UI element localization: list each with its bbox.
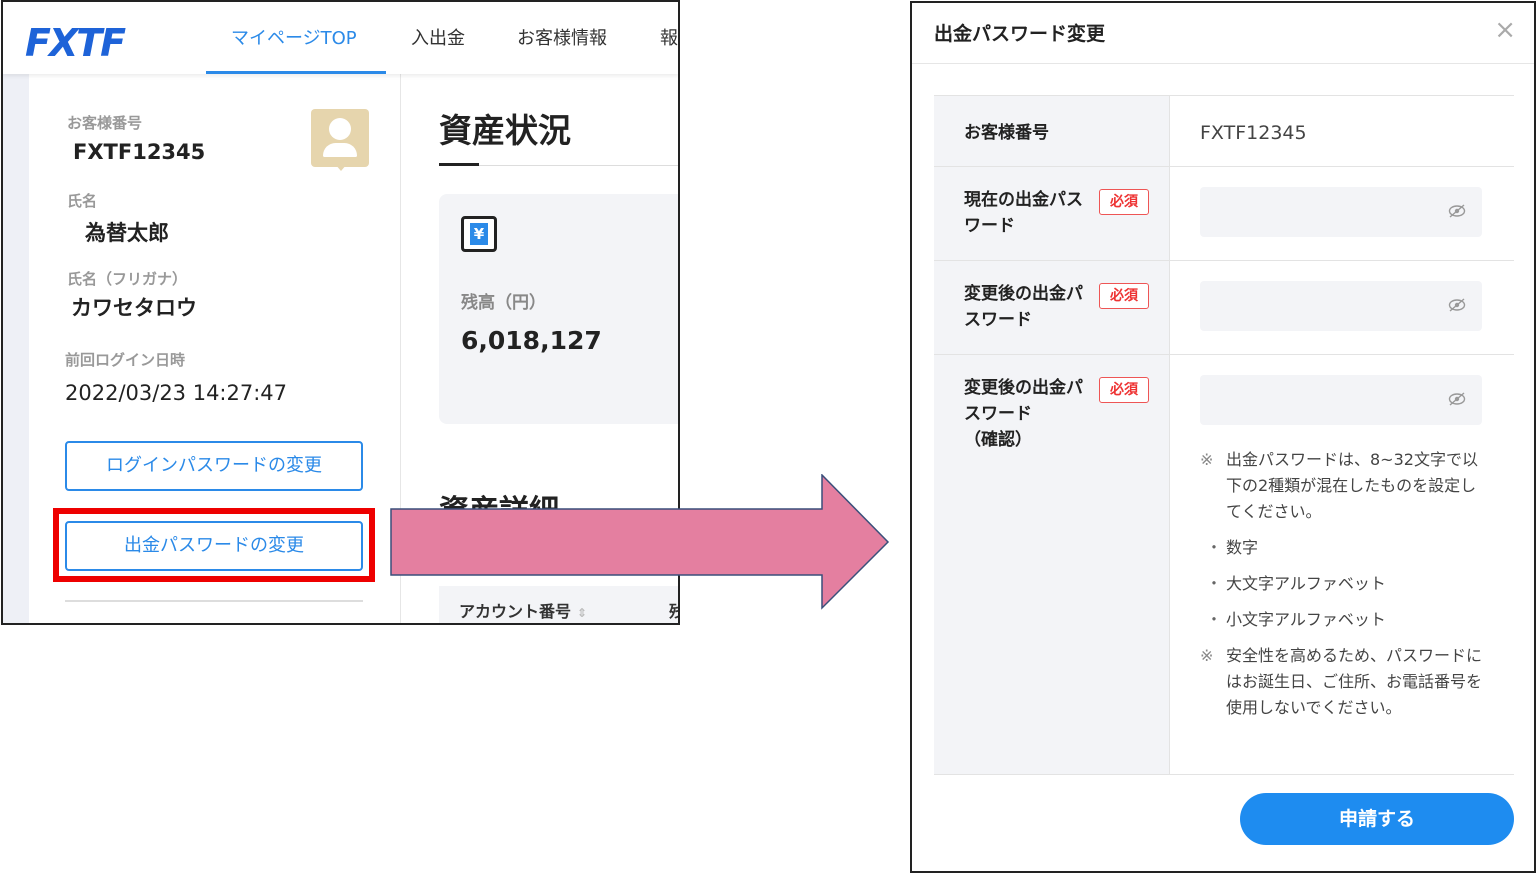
top-navigation: FXTF マイページTOP 入出金 お客様情報 報 (3, 2, 678, 74)
current-password-label: 現在の出金パスワード (964, 190, 1083, 236)
last-login-label: 前回ログイン日時 (65, 351, 186, 369)
customer-number-value: FXTF12345 (1200, 122, 1307, 144)
kana-value: カワセタロウ (71, 296, 197, 320)
change-withdrawal-password-button[interactable]: 出金パスワードの変更 (65, 521, 363, 571)
form-row-new-password: 変更後の出金パスワード 必須 (934, 261, 1514, 355)
divider (65, 600, 363, 602)
password-rules: ※ 出金パスワードは、8~32文字で以下の2種類が混在したものを設定してください。… (1200, 447, 1482, 731)
balance-label: 残高（円） (461, 293, 546, 313)
eye-slash-icon[interactable] (1448, 392, 1466, 406)
note-security: ※ 安全性を高めるため、パスワードにはお誕生日、ご住所、お電話番号を使用しないでく… (1200, 646, 1483, 717)
tab-customer-info[interactable]: お客様情報 (517, 24, 607, 50)
note-rule: ※ 出金パスワードは、8~32文字で以下の2種類が混在したものを設定してください。 (1200, 450, 1478, 521)
tab-reports[interactable]: 報 (660, 24, 678, 50)
balance-value: 6,018,127 (461, 326, 602, 355)
form-row-customer-number: お客様番号 FXTF12345 (934, 95, 1514, 167)
password-form: お客様番号 FXTF12345 現在の出金パスワード 必須 変更後の出金パスワー… (934, 95, 1514, 775)
close-icon[interactable]: × (1494, 15, 1516, 45)
yen-icon: ¥ (461, 216, 497, 252)
eye-slash-icon[interactable] (1448, 298, 1466, 312)
kana-label: 氏名（フリガナ） (67, 270, 188, 288)
required-badge: 必須 (1099, 377, 1149, 403)
fxtf-logo[interactable]: FXTF (25, 24, 126, 62)
submit-button[interactable]: 申請する (1240, 793, 1514, 845)
name-label: 氏名 (67, 192, 98, 210)
current-password-input[interactable] (1200, 187, 1482, 237)
withdrawal-password-dialog: 出金パスワード変更 × お客様番号 FXTF12345 現在の出金パスワード 必… (910, 1, 1536, 873)
right-arrow-icon (390, 474, 890, 610)
page-gutter (3, 74, 29, 623)
customer-number-label: お客様番号 (964, 123, 1049, 143)
balance-card: ¥ 残高（円） 6,018,127 (439, 194, 678, 424)
avatar-icon (311, 109, 369, 171)
page-title: 資産状況 (439, 111, 571, 150)
list-item: ・小文字アルファベット (1206, 610, 1386, 629)
change-login-password-button[interactable]: ログインパスワードの変更 (65, 441, 363, 491)
confirm-password-input[interactable] (1200, 375, 1482, 425)
eye-slash-icon[interactable] (1448, 204, 1466, 218)
required-badge: 必須 (1099, 189, 1149, 215)
required-badge: 必須 (1099, 283, 1149, 309)
name-value: 為替太郎 (85, 221, 169, 245)
dialog-title: 出金パスワード変更 (934, 23, 1106, 45)
tab-mypage-top[interactable]: マイページTOP (231, 24, 357, 50)
new-password-input[interactable] (1200, 281, 1482, 331)
title-accent (439, 163, 479, 166)
profile-panel: お客様番号 FXTF12345 氏名 為替太郎 氏名（フリガナ） カワセタロウ … (29, 74, 401, 623)
list-item: ・大文字アルファベット (1206, 574, 1386, 593)
tab-deposit-withdrawal[interactable]: 入出金 (411, 24, 465, 50)
customer-number-label: お客様番号 (67, 114, 143, 132)
last-login-value: 2022/03/23 14:27:47 (65, 381, 288, 405)
new-password-label: 変更後の出金パスワード (964, 284, 1083, 330)
customer-number-value: FXTF12345 (73, 140, 206, 164)
divider (912, 63, 1534, 64)
active-tab-indicator (206, 71, 386, 74)
form-row-current-password: 現在の出金パスワード 必須 (934, 167, 1514, 261)
list-item: ・数字 (1206, 538, 1259, 557)
confirm-password-label: 変更後の出金パスワード （確認） (964, 378, 1083, 450)
form-row-confirm-password: 変更後の出金パスワード （確認） 必須 ※ 出金パスワードは、8~32文字で以下の2… (934, 355, 1514, 775)
